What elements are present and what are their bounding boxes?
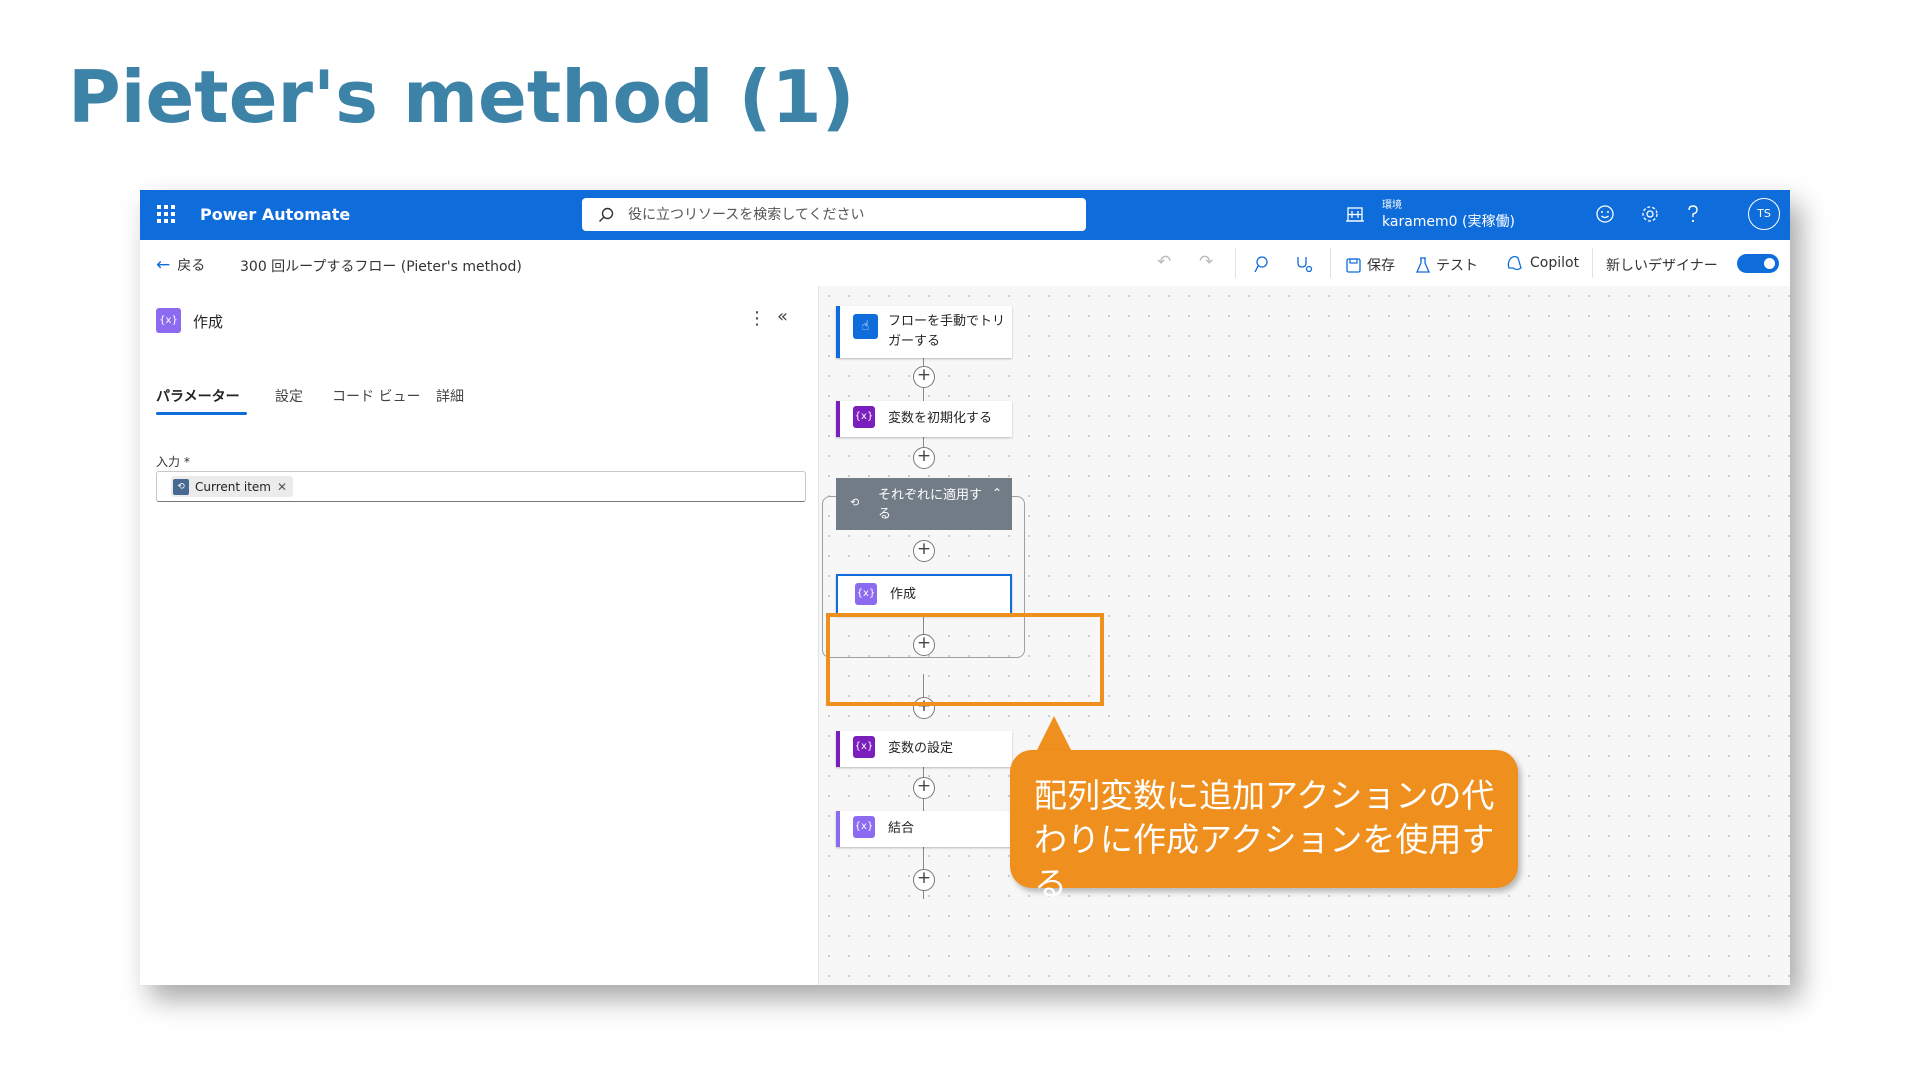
add-step-plus-icon[interactable]: +	[913, 540, 935, 562]
search-icon	[599, 207, 614, 222]
tab-details[interactable]: 詳細	[436, 386, 464, 406]
back-button[interactable]: ← 戻る	[156, 255, 205, 275]
variable-icon: {x}	[853, 406, 875, 428]
add-step-plus-icon[interactable]: +	[913, 366, 935, 388]
manual-trigger-icon: ☝	[853, 314, 878, 339]
copilot-label: Copilot	[1530, 255, 1580, 271]
slide-title: Pieter's method (1)	[68, 55, 855, 139]
redo-icon[interactable]: ↷	[1199, 252, 1213, 272]
compose-highlight-box	[826, 613, 1104, 706]
feedback-icon[interactable]	[1595, 204, 1615, 224]
environment-name[interactable]: karamem0 (実稼働)	[1382, 211, 1515, 231]
back-label: 戻る	[177, 258, 206, 274]
trigger-label: フローを手動でトリガーする	[888, 314, 1006, 349]
callout-annotation: 配列変数に追加アクションの代 わりに作成アクションを使用する	[1010, 750, 1518, 903]
loop-label: それぞれに適用する	[878, 488, 983, 522]
test-button[interactable]: テスト	[1416, 255, 1478, 275]
flask-icon	[1416, 257, 1430, 273]
loop-icon: ⟲	[850, 496, 860, 509]
input-label: 入力 *	[156, 455, 190, 469]
app-name[interactable]: Power Automate	[200, 205, 350, 224]
power-automate-window: Power Automate 環境 karamem0 (実稼働)	[140, 190, 1790, 985]
diagnostics-icon[interactable]	[1295, 255, 1313, 273]
card-accent	[836, 306, 840, 358]
set-variable-label: 変数の設定	[888, 741, 954, 756]
arrow-left-icon: ←	[156, 255, 171, 275]
data-operation-icon: {x}	[853, 816, 875, 838]
active-tab-indicator	[156, 412, 247, 415]
copilot-button[interactable]: Copilot	[1506, 255, 1579, 271]
test-label: テスト	[1436, 258, 1478, 274]
add-step-plus-icon[interactable]: +	[913, 869, 935, 891]
search-box[interactable]	[582, 198, 1086, 231]
compose-card[interactable]: {x} 作成	[836, 574, 1012, 616]
card-accent	[836, 731, 840, 767]
card-accent	[836, 811, 840, 847]
environment-icon	[1346, 207, 1364, 222]
tab-code-view[interactable]: コード ビュー	[332, 386, 420, 406]
collapse-panel-icon[interactable]: «	[777, 306, 788, 327]
remove-token-icon[interactable]: ✕	[277, 480, 287, 494]
join-label: 結合	[888, 821, 915, 836]
join-card[interactable]: {x} 結合	[836, 811, 1012, 847]
divider	[1592, 248, 1593, 278]
variable-icon: {x}	[853, 736, 875, 758]
divider	[1235, 248, 1236, 278]
action-details-panel: {x} 作成 ⋮ « パラメーター 設定 コード ビュー 詳細 入力 * ⟲ C…	[140, 286, 819, 985]
callout-pointer	[1036, 716, 1072, 752]
input-field[interactable]: ⟲ Current item ✕	[156, 471, 806, 502]
data-operation-icon: {x}	[156, 308, 181, 333]
current-item-token[interactable]: ⟲ Current item ✕	[171, 476, 294, 497]
save-icon	[1346, 257, 1361, 273]
undo-icon[interactable]: ↶	[1157, 252, 1171, 272]
chevron-up-icon[interactable]: ⌃	[992, 486, 1002, 500]
divider	[1330, 248, 1331, 278]
flow-name: 300 回ループするフロー (Pieter's method)	[240, 259, 522, 275]
apply-to-each-card[interactable]: ⟲ それぞれに適用する ⌃	[836, 478, 1012, 530]
command-bar: ← 戻る 300 回ループするフロー (Pieter's method) ↶ ↷…	[140, 240, 1790, 287]
set-variable-card[interactable]: {x} 変数の設定	[836, 731, 1012, 767]
panel-title: 作成	[193, 313, 224, 331]
data-operation-icon: {x}	[855, 583, 877, 605]
new-designer-label: 新しいデザイナー	[1606, 258, 1718, 274]
search-input[interactable]	[626, 204, 1070, 226]
copilot-icon	[1507, 255, 1522, 271]
add-step-plus-icon[interactable]: +	[913, 447, 935, 469]
more-options-icon[interactable]: ⋮	[748, 308, 766, 329]
token-label: Current item	[195, 479, 271, 494]
save-label: 保存	[1367, 258, 1395, 274]
app-launcher-icon[interactable]	[157, 205, 175, 223]
save-button[interactable]: 保存	[1346, 255, 1395, 275]
compose-label: 作成	[890, 587, 917, 602]
add-step-plus-icon[interactable]: +	[913, 777, 935, 799]
init-variable-label: 変数を初期化する	[888, 411, 993, 426]
help-icon[interactable]	[1685, 204, 1701, 224]
top-bar: Power Automate 環境 karamem0 (実稼働)	[140, 190, 1790, 240]
settings-gear-icon[interactable]	[1640, 204, 1660, 224]
card-accent	[836, 401, 840, 437]
new-designer-toggle[interactable]	[1737, 254, 1779, 273]
initialize-variable-card[interactable]: {x} 変数を初期化する	[836, 401, 1012, 437]
environment-label: 環境	[1382, 200, 1402, 211]
tab-settings[interactable]: 設定	[275, 386, 303, 406]
loop-icon: ⟲	[173, 478, 189, 495]
tab-parameters[interactable]: パラメーター	[156, 386, 240, 406]
user-avatar[interactable]: TS	[1748, 198, 1780, 230]
flow-checker-icon[interactable]	[1254, 255, 1272, 273]
trigger-card[interactable]: ☝ フローを手動でトリガーする	[836, 306, 1012, 358]
